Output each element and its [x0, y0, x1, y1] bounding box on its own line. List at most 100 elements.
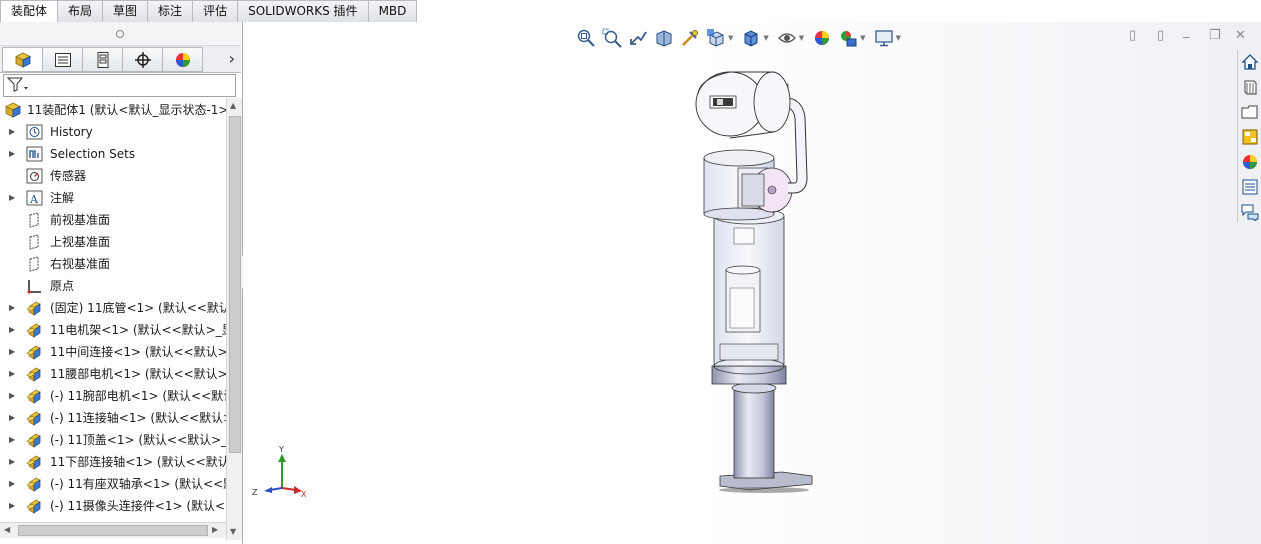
expand-arrow-icon[interactable]: ▶ [9, 319, 15, 341]
tree-filter-input[interactable] [3, 74, 236, 97]
property-manager-icon[interactable] [42, 47, 83, 72]
history-icon [26, 124, 43, 140]
tree-item[interactable]: ▶ (固定) 11底管<1> (默认<<默认>_显示状态 1>) [0, 297, 226, 319]
tree-item[interactable]: ▶ (-) 11有座双轴承<1> (默认<<默认>_显示状态 1>) [0, 473, 226, 495]
expand-arrow-icon[interactable]: ▶ [9, 121, 15, 143]
tab-assembly[interactable]: 装配体 [0, 0, 59, 23]
close-icon[interactable]: ✕ [1235, 28, 1246, 43]
tree-item[interactable]: ▶ (-) 11摄像头连接件<1> (默认<<默认>_显示状态 1>) [0, 495, 226, 517]
tree-vertical-scrollbar[interactable]: ▲ ▼ [226, 98, 242, 540]
dynamic-annotation-icon[interactable] [678, 27, 702, 49]
tab-evaluate[interactable]: 评估 [193, 0, 239, 23]
scroll-left-icon[interactable]: ◀ [4, 525, 10, 534]
tab-layout[interactable]: 布局 [58, 0, 104, 23]
configuration-manager-icon[interactable] [82, 47, 123, 72]
chevron-down-icon[interactable]: ▼ [799, 34, 804, 42]
tree-item[interactable]: 右视基准面 [0, 253, 226, 275]
expand-arrow-icon[interactable]: ▶ [9, 187, 15, 209]
scroll-right-icon[interactable]: ▶ [212, 525, 218, 534]
expand-arrow-icon[interactable]: ▶ [9, 385, 15, 407]
expand-arrow-icon[interactable]: ▶ [9, 341, 15, 363]
tree-item[interactable]: ▶ A 注解 [0, 187, 226, 209]
scroll-up-icon[interactable]: ▲ [230, 101, 236, 110]
chevron-down-icon[interactable]: ▼ [728, 34, 733, 42]
tree-root[interactable]: 11装配体1 (默认<默认_显示状态-1>) [0, 99, 226, 121]
expand-arrow-icon[interactable]: ▶ [9, 473, 15, 495]
triad-x-label: X [301, 490, 307, 499]
chevron-down-icon[interactable]: ▼ [763, 34, 768, 42]
tree-item[interactable]: ▶ (-) 11连接轴<1> (默认<<默认>_显示状态 1>) [0, 407, 226, 429]
tree-item[interactable]: ▶ Selection Sets [0, 143, 226, 165]
display-style-icon[interactable] [739, 27, 763, 49]
tab-sketch[interactable]: 草图 [103, 0, 149, 23]
scroll-down-icon[interactable]: ▼ [230, 527, 236, 536]
tile-left-icon[interactable]: ▯ [1129, 28, 1136, 43]
tab-mbd[interactable]: MBD [368, 0, 418, 23]
tree-item[interactable]: 传感器 [0, 165, 226, 187]
solidworks-resources-icon[interactable] [1240, 52, 1260, 72]
expand-arrow-icon[interactable]: ▶ [9, 297, 15, 319]
tree-item-label: 右视基准面 [50, 257, 111, 271]
file-explorer-icon[interactable] [1240, 102, 1260, 122]
design-library-icon[interactable] [1240, 77, 1260, 97]
previous-view-icon[interactable] [626, 27, 650, 49]
apply-scene-icon[interactable] [836, 27, 860, 49]
part-icon [26, 454, 43, 470]
expand-arrow-icon[interactable]: ▶ [9, 429, 15, 451]
tree-item[interactable]: 前视基准面 [0, 209, 226, 231]
expand-arrow-icon[interactable]: ▶ [9, 363, 15, 385]
tree-item[interactable]: 上视基准面 [0, 231, 226, 253]
view-orientation-icon[interactable] [704, 27, 728, 49]
view-palette-icon[interactable] [1240, 127, 1260, 147]
expand-arrow-icon[interactable]: ▶ [9, 451, 15, 473]
expand-arrow-icon[interactable]: ▶ [9, 407, 15, 429]
tree-horizontal-scrollbar[interactable]: ◀ ▶ [0, 522, 226, 538]
chevron-down-icon[interactable]: ▼ [896, 34, 901, 42]
scroll-thumb[interactable] [229, 116, 241, 453]
minimize-icon[interactable]: _ [1183, 24, 1190, 39]
manager-tabs: › [0, 45, 241, 73]
tab-markup[interactable]: 标注 [148, 0, 194, 23]
view-settings-icon[interactable] [872, 27, 896, 49]
forum-icon[interactable] [1240, 202, 1260, 222]
tree-item[interactable]: ▶ 11电机架<1> (默认<<默认>_显示状态 1>) [0, 319, 226, 341]
tree-item[interactable]: ▶ History [0, 121, 226, 143]
feature-tree: 11装配体1 (默认<默认_显示状态-1>) ▶ History ▶ Selectio… [0, 98, 226, 526]
custom-properties-icon[interactable] [1240, 177, 1260, 197]
appearances-icon[interactable] [1240, 152, 1260, 172]
tree-item[interactable]: ▶ 11中间连接<1> (默认<<默认>_显示状态 1>) [0, 341, 226, 363]
restore-icon[interactable]: ❐ [1209, 28, 1221, 43]
tree-item[interactable]: ▶ 11腰部电机<1> (默认<<默认>_显示状态 1>) [0, 363, 226, 385]
tree-item[interactable]: ▶ (-) 11顶盖<1> (默认<<默认>_显示状态 1>) [0, 429, 226, 451]
filter-icon[interactable] [7, 77, 29, 93]
expand-arrow-icon[interactable]: ▶ [9, 495, 15, 517]
part-icon [26, 498, 43, 514]
scroll-thumb-horizontal[interactable] [18, 525, 208, 536]
tile-right-icon[interactable]: ▯ [1157, 28, 1164, 43]
chevron-down-icon[interactable]: ▼ [860, 34, 865, 42]
plane-icon [26, 256, 43, 272]
pane-grip[interactable] [0, 22, 241, 44]
command-manager-tabs: 装配体 布局 草图 标注 评估 SOLIDWORKS 插件 MBD [0, 0, 452, 23]
zoom-to-fit-icon[interactable] [574, 27, 598, 49]
part-icon [26, 300, 43, 316]
hide-show-items-icon[interactable] [775, 27, 799, 49]
tree-item[interactable]: ▶ 11下部连接轴<1> (默认<<默认>_显示状态 1>) [0, 451, 226, 473]
assembly-model-view[interactable] [690, 48, 820, 493]
feature-manager-pane: › 11装配体1 (默认<默认_显示状态-1>) ▶ History ▶ Select… [0, 22, 243, 544]
dimxpert-manager-icon[interactable] [122, 47, 163, 72]
featuremanager-tree-icon[interactable] [2, 47, 43, 72]
tree-item[interactable]: 原点 [0, 275, 226, 297]
section-view-icon[interactable] [652, 27, 676, 49]
zoom-to-area-icon[interactable] [600, 27, 624, 49]
tab-solidworks-addins[interactable]: SOLIDWORKS 插件 [238, 0, 369, 23]
expand-arrow-icon[interactable]: ▶ [9, 143, 15, 165]
part-icon [26, 476, 43, 492]
display-manager-icon[interactable] [162, 47, 203, 72]
part-icon [26, 410, 43, 426]
edit-appearance-icon[interactable] [810, 27, 834, 49]
tree-item[interactable]: ▶ (-) 11腕部电机<1> (默认<<默认>_显示状态 1>) [0, 385, 226, 407]
tree-item-label: 注解 [50, 191, 75, 205]
chevron-right-icon[interactable]: › [229, 49, 235, 68]
sensor-icon [26, 168, 43, 184]
